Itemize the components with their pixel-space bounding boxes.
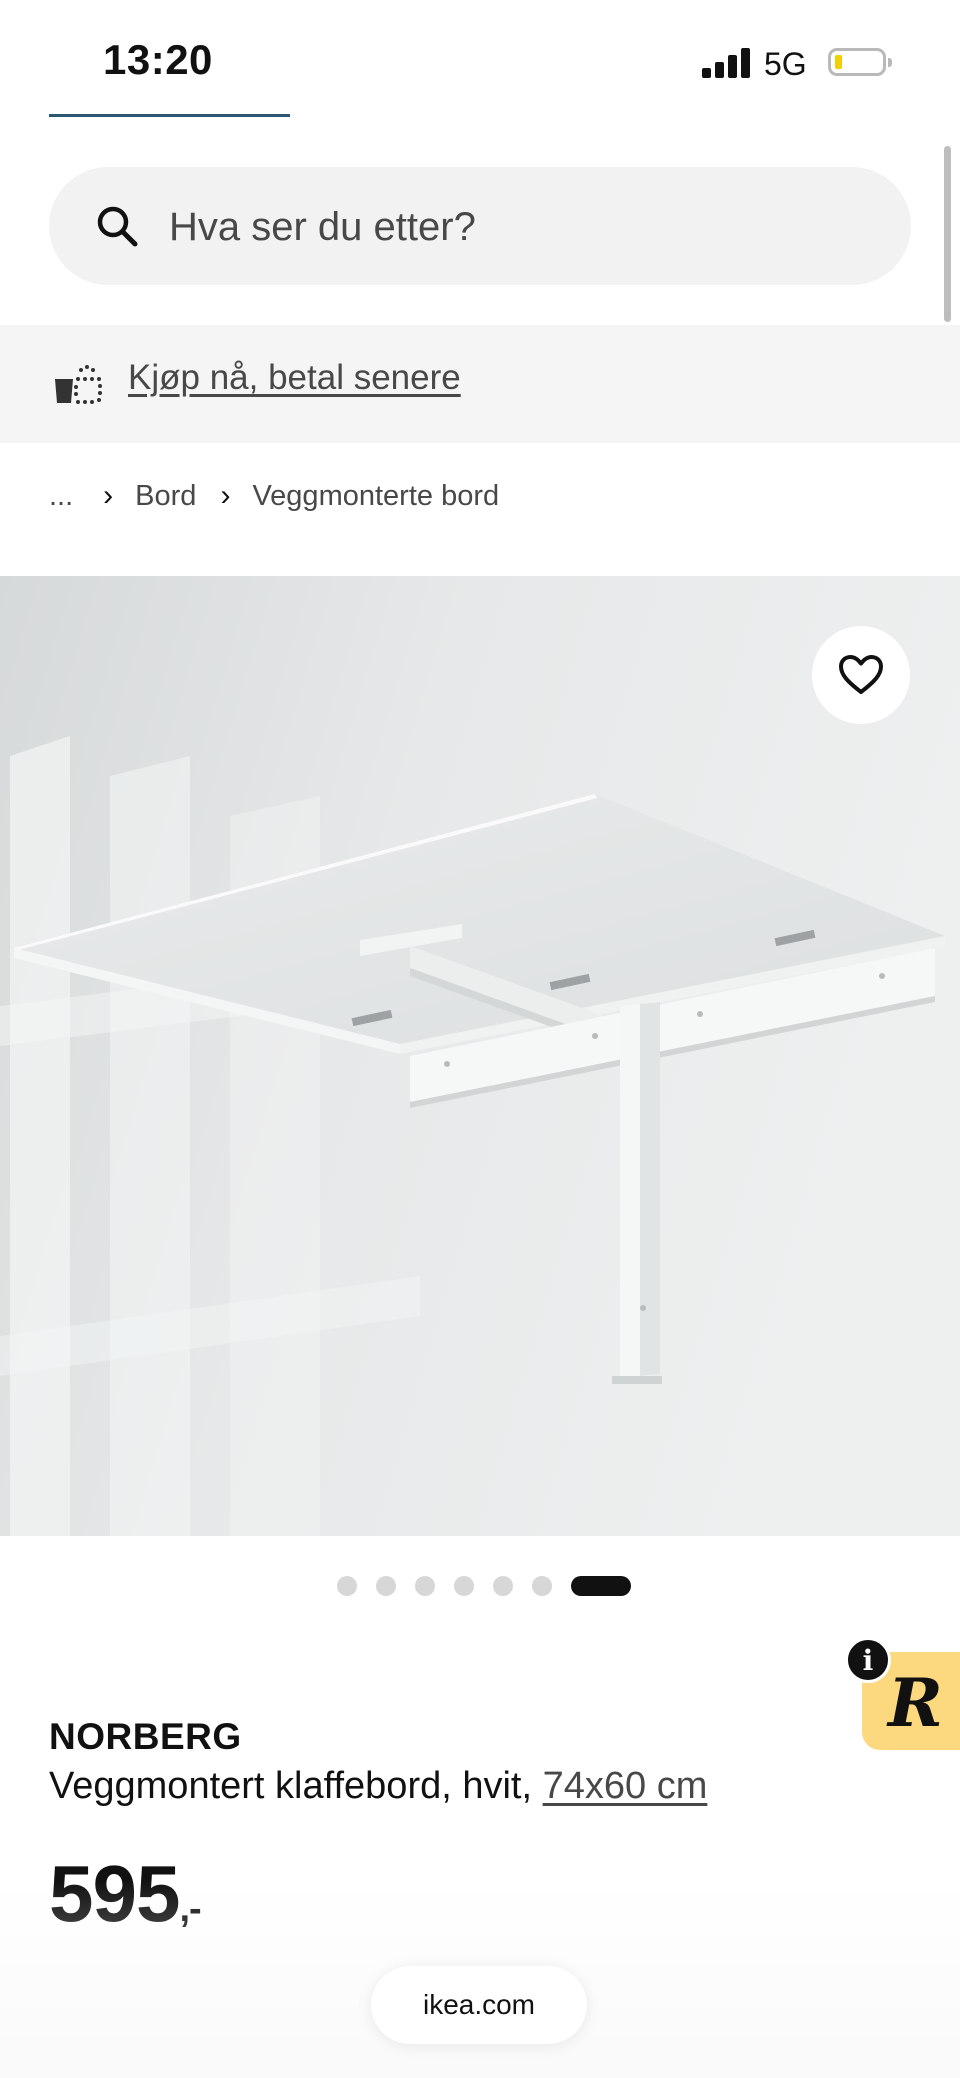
search-icon: [97, 206, 138, 247]
product-name: NORBERG: [49, 1716, 242, 1757]
price-suffix: ,-: [179, 1888, 201, 1930]
promo-banner: Kjøp nå, betal senere: [0, 325, 960, 443]
carousel-dot[interactable]: [376, 1576, 396, 1596]
tab-indicator: [49, 114, 290, 117]
scrollbar[interactable]: [944, 146, 951, 322]
buy-now-pay-later-link[interactable]: Kjøp nå, betal senere: [128, 358, 461, 398]
breadcrumb-ellipsis[interactable]: ...: [49, 480, 73, 513]
price-value: 595: [49, 1849, 180, 1938]
carousel-dot[interactable]: [493, 1576, 513, 1596]
carousel-dot[interactable]: [532, 1576, 552, 1596]
carousel-dot-active[interactable]: [571, 1576, 631, 1596]
search-bar[interactable]: [49, 167, 911, 285]
status-time: 13:20: [103, 36, 213, 83]
heart-icon: [839, 655, 883, 694]
product-price: 595,-: [49, 1848, 202, 1940]
shopping-bag-installment-icon: [55, 365, 102, 404]
carousel-dot[interactable]: [415, 1576, 435, 1596]
chevron-right-icon: ›: [220, 479, 231, 512]
product-description-text: Veggmontert klaffebord, hvit,: [49, 1765, 533, 1807]
carousel-dot[interactable]: [454, 1576, 474, 1596]
carousel-dot[interactable]: [337, 1576, 357, 1596]
breadcrumb: ... › Bord › Veggmonterte bord: [49, 476, 499, 516]
browser-url-pill[interactable]: ikea.com: [371, 1966, 587, 2044]
wall-table-illustration: [0, 576, 960, 1536]
network-label: 5G: [764, 46, 807, 82]
chevron-right-icon: ›: [103, 479, 114, 512]
product-size-link[interactable]: 74x60 cm: [543, 1765, 708, 1807]
breadcrumb-item-veggmonterte-bord[interactable]: Veggmonterte bord: [252, 480, 499, 513]
search-input[interactable]: [167, 191, 871, 263]
breadcrumb-item-bord[interactable]: Bord: [135, 480, 196, 513]
battery-icon: [828, 48, 892, 76]
signal-icon: [702, 48, 750, 78]
widget-logo: R: [888, 1664, 943, 1742]
favorite-button[interactable]: [812, 626, 910, 724]
product-image[interactable]: [0, 576, 960, 1536]
product-description: Veggmontert klaffebord, hvit, 74x60 cm: [49, 1765, 707, 1808]
info-icon[interactable]: i: [845, 1637, 891, 1683]
carousel-dots: [0, 1575, 960, 1597]
